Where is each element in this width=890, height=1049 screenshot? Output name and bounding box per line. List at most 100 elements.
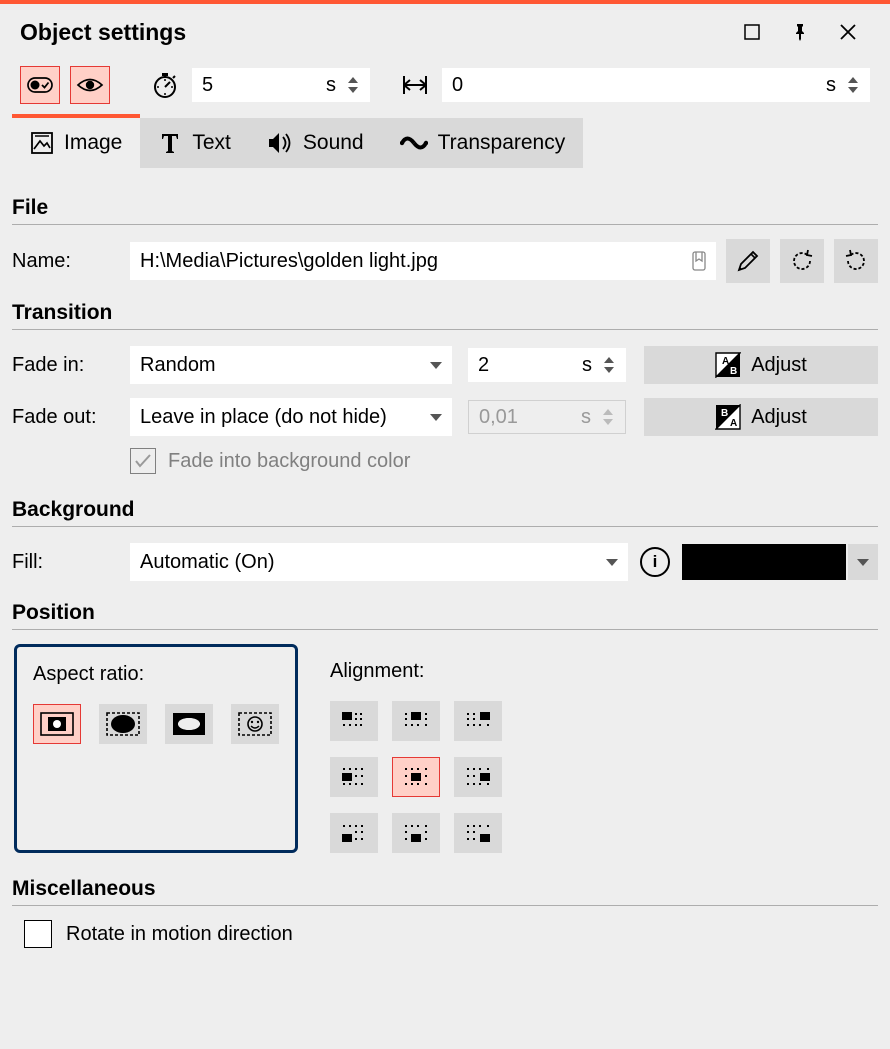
section-misc: Miscellaneous — [12, 877, 878, 901]
fadein-value: Random — [140, 354, 430, 377]
aspect-stretch-button[interactable] — [165, 704, 213, 744]
divider — [12, 905, 878, 906]
align-top-center[interactable] — [392, 701, 440, 741]
color-dropdown-button[interactable] — [848, 544, 878, 580]
fadeout-duration-value: 0,01 — [479, 406, 571, 429]
align-middle-center[interactable] — [392, 757, 440, 797]
rotate-ccw-button[interactable] — [780, 239, 824, 283]
section-background: Background — [12, 498, 878, 522]
offset-spinner[interactable] — [848, 70, 864, 100]
duration-spinner[interactable] — [348, 70, 364, 100]
fadein-adjust-label: Adjust — [751, 354, 807, 377]
duration-input[interactable]: 5 s — [192, 68, 370, 102]
fill-label: Fill: — [12, 551, 130, 574]
panel-title: Object settings — [20, 19, 728, 46]
tab-image[interactable]: Image — [12, 118, 140, 168]
align-tr-icon — [465, 711, 491, 731]
fade-bg-checkbox — [130, 448, 156, 474]
fadein-adjust-button[interactable]: AB Adjust — [644, 346, 878, 384]
name-label: Name: — [12, 250, 130, 273]
chevron-up-icon — [603, 409, 613, 415]
section-file: File — [12, 196, 878, 220]
edit-button[interactable] — [726, 239, 770, 283]
aspect-face-button[interactable] — [231, 704, 279, 744]
offset-value: 0 — [452, 74, 816, 97]
aspect-crop-button[interactable] — [99, 704, 147, 744]
offset-icon — [398, 68, 432, 102]
align-bc-icon — [403, 823, 429, 843]
width-arrows-icon — [401, 74, 429, 96]
chevron-up-icon — [604, 357, 614, 363]
stopwatch-icon — [151, 71, 179, 99]
tab-image-label: Image — [64, 131, 122, 155]
maximize-button[interactable] — [728, 14, 776, 50]
rotate-cw-icon — [842, 247, 870, 275]
offset-unit: s — [826, 74, 836, 97]
title-bar: Object settings — [0, 4, 890, 62]
pin-button[interactable] — [776, 14, 824, 50]
section-position: Position — [12, 601, 878, 625]
align-tc-icon — [403, 711, 429, 731]
rotate-cw-button[interactable] — [834, 239, 878, 283]
align-bottom-right[interactable] — [454, 813, 502, 853]
chevron-down-icon — [604, 367, 614, 373]
duration-icon — [148, 68, 182, 102]
tab-sound[interactable]: Sound — [249, 118, 382, 168]
chevron-down-icon — [848, 87, 858, 93]
fadein-duration-input[interactable]: 2 s — [468, 348, 626, 382]
align-middle-right[interactable] — [454, 757, 502, 797]
tab-bar: Image Text Sound Transparency — [0, 118, 890, 168]
toggle-enabled-button[interactable] — [20, 66, 60, 104]
align-mc-icon — [403, 767, 429, 787]
offset-input[interactable]: 0 s — [442, 68, 870, 102]
name-value: H:\Media\Pictures\golden light.jpg — [140, 250, 692, 273]
divider — [12, 526, 878, 527]
aspect-face-icon — [238, 712, 272, 736]
fadeout-dropdown[interactable]: Leave in place (do not hide) — [130, 398, 452, 436]
fadein-label: Fade in: — [12, 354, 130, 377]
svg-text:A: A — [730, 418, 737, 429]
chevron-down-icon — [606, 559, 618, 566]
tab-sound-label: Sound — [303, 131, 364, 155]
tab-transparency[interactable]: Transparency — [382, 118, 584, 168]
rotate-motion-checkbox[interactable] — [24, 920, 52, 948]
transparency-icon — [400, 132, 428, 154]
section-transition: Transition — [12, 301, 878, 325]
tab-text-label: Text — [192, 131, 231, 155]
bookmark-icon[interactable] — [692, 251, 706, 271]
chevron-down-icon — [430, 362, 442, 369]
align-top-left[interactable] — [330, 701, 378, 741]
chevron-up-icon — [848, 77, 858, 83]
aspect-crop-icon — [106, 712, 140, 736]
align-mr-icon — [465, 767, 491, 787]
align-tl-icon — [341, 711, 367, 731]
color-swatch[interactable] — [682, 544, 846, 580]
fadein-spinner[interactable] — [604, 350, 620, 380]
chevron-down-icon — [348, 87, 358, 93]
fade-bg-label: Fade into background color — [168, 450, 410, 473]
visibility-button[interactable] — [70, 66, 110, 104]
divider — [12, 629, 878, 630]
duration-value: 5 — [202, 74, 316, 97]
alignment-label: Alignment: — [330, 660, 502, 683]
toggle-icon — [27, 77, 53, 93]
align-bottom-center[interactable] — [392, 813, 440, 853]
name-input[interactable]: H:\Media\Pictures\golden light.jpg — [130, 242, 716, 280]
align-bottom-left[interactable] — [330, 813, 378, 853]
fadeout-adjust-button[interactable]: BA Adjust — [644, 398, 878, 436]
close-button[interactable] — [824, 14, 872, 50]
svg-text:A: A — [722, 356, 729, 367]
fadeout-label: Fade out: — [12, 406, 130, 429]
tab-text[interactable]: Text — [140, 118, 249, 168]
chevron-down-icon — [857, 559, 869, 566]
fadein-dropdown[interactable]: Random — [130, 346, 452, 384]
align-top-right[interactable] — [454, 701, 502, 741]
aspect-ratio-label: Aspect ratio: — [33, 663, 279, 686]
fadeout-value: Leave in place (do not hide) — [140, 406, 430, 429]
fill-dropdown[interactable]: Automatic (On) — [130, 543, 628, 581]
align-middle-left[interactable] — [330, 757, 378, 797]
fadeout-duration-input: 0,01 s — [468, 400, 626, 434]
aspect-keep-button[interactable] — [33, 704, 81, 744]
duration-unit: s — [326, 74, 336, 97]
info-button[interactable]: i — [640, 547, 670, 577]
